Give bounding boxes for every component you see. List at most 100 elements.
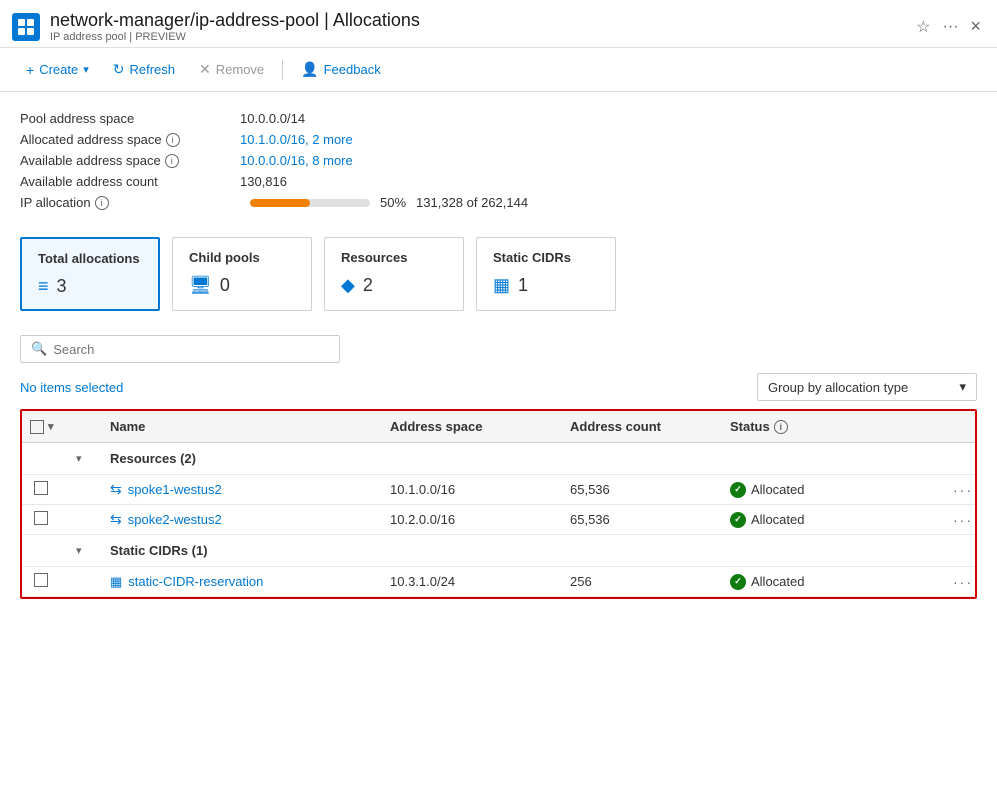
more-icon[interactable]: ··· bbox=[943, 18, 959, 36]
status-dot bbox=[730, 512, 746, 528]
group-chevron[interactable]: ▾ bbox=[72, 452, 102, 465]
list-toolbar: No items selected Group by allocation ty… bbox=[20, 373, 977, 401]
card-number-resources: 2 bbox=[363, 275, 373, 296]
card-icon-static: ▦ bbox=[493, 275, 510, 296]
available-address-space-row: Available address space i 10.0.0.0/16, 8… bbox=[20, 150, 977, 171]
table-row: ▦ static-CIDR-reservation 10.3.1.0/24 25… bbox=[22, 567, 975, 597]
card-static[interactable]: Static CIDRs ▦ 1 bbox=[476, 237, 616, 311]
allocated-address-space-label: Allocated address space i bbox=[20, 132, 240, 147]
row-more-button[interactable]: ··· bbox=[945, 482, 975, 498]
resource-icon: ⇆ bbox=[110, 481, 122, 498]
available-address-count-row: Available address count 130,816 bbox=[20, 171, 977, 192]
card-child[interactable]: Child pools 🖥 0 bbox=[172, 237, 312, 311]
refresh-icon: ↻ bbox=[113, 61, 125, 78]
group-row: ▾ Static CIDRs (1) bbox=[22, 535, 975, 567]
table-row: ⇆ spoke2-westus2 10.2.0.0/16 65,536 Allo… bbox=[22, 505, 975, 535]
refresh-button[interactable]: ↻ Refresh bbox=[103, 56, 185, 83]
row-name[interactable]: ▦ static-CIDR-reservation bbox=[102, 574, 382, 590]
row-more-button[interactable]: ··· bbox=[945, 512, 975, 528]
title-text: network-manager/ip-address-pool | Alloca… bbox=[50, 10, 420, 43]
card-number-child: 0 bbox=[220, 275, 230, 296]
header-address-count: Address count bbox=[562, 419, 722, 434]
header-checkbox-col: ▾ bbox=[22, 419, 72, 434]
row-status: Allocated bbox=[722, 574, 945, 590]
available-address-space-value[interactable]: 10.0.0.0/16, 8 more bbox=[240, 153, 353, 168]
status-dot bbox=[730, 482, 746, 498]
title-bar: network-manager/ip-address-pool | Alloca… bbox=[0, 0, 997, 48]
table-body: ▾ Resources (2) ⇆ spoke1-westus2 10.1.0.… bbox=[22, 443, 975, 597]
allocated-address-space-value[interactable]: 10.1.0.0/16, 2 more bbox=[240, 132, 353, 147]
card-total[interactable]: Total allocations ≡ 3 bbox=[20, 237, 160, 311]
card-number-static: 1 bbox=[518, 275, 528, 296]
row-checkbox-cell[interactable] bbox=[22, 573, 72, 590]
list-section: 🔍 No items selected Group by allocation … bbox=[0, 323, 997, 611]
row-address-space: 10.3.1.0/24 bbox=[382, 574, 562, 589]
status-badge: Allocated bbox=[730, 482, 937, 498]
allocated-info-icon[interactable]: i bbox=[166, 133, 180, 147]
chevron-down-icon: ▾ bbox=[959, 379, 966, 395]
row-checkbox[interactable] bbox=[34, 481, 48, 495]
page-title: network-manager/ip-address-pool | Alloca… bbox=[50, 10, 420, 31]
progress-percent: 50% bbox=[380, 195, 406, 210]
status-label: Allocated bbox=[751, 482, 804, 497]
ip-allocation-info-icon[interactable]: i bbox=[95, 196, 109, 210]
available-space-info-icon[interactable]: i bbox=[165, 154, 179, 168]
row-more-button[interactable]: ··· bbox=[945, 574, 975, 590]
star-icon[interactable]: ☆ bbox=[916, 17, 930, 37]
header-name: Name bbox=[102, 419, 382, 434]
group-by-select[interactable]: Group by allocation type ▾ bbox=[757, 373, 977, 401]
remove-button[interactable]: ✕ Remove bbox=[189, 56, 274, 83]
search-box[interactable]: 🔍 bbox=[20, 335, 340, 363]
row-checkbox[interactable] bbox=[34, 573, 48, 587]
row-checkbox-cell[interactable] bbox=[22, 481, 72, 498]
group-chevron[interactable]: ▾ bbox=[72, 544, 102, 557]
status-dot bbox=[730, 574, 746, 590]
pool-address-space-value: 10.0.0.0/14 bbox=[240, 111, 305, 126]
card-icon-child: 🖥 bbox=[189, 275, 212, 296]
close-icon[interactable]: × bbox=[970, 16, 981, 37]
create-button[interactable]: + Create ▾ bbox=[16, 57, 99, 83]
header-chevron[interactable]: ▾ bbox=[48, 420, 54, 433]
row-status: Allocated bbox=[722, 512, 945, 528]
feedback-button[interactable]: 👤 Feedback bbox=[291, 56, 391, 83]
group-by-label: Group by allocation type bbox=[768, 380, 908, 395]
progress-bar-fill bbox=[250, 199, 310, 207]
allocated-address-space-row: Allocated address space i 10.1.0.0/16, 2… bbox=[20, 129, 977, 150]
toolbar-separator bbox=[282, 60, 283, 80]
row-address-count: 65,536 bbox=[562, 482, 722, 497]
header-address-space: Address space bbox=[382, 419, 562, 434]
status-badge: Allocated bbox=[730, 574, 937, 590]
cidr-icon: ▦ bbox=[110, 574, 122, 590]
card-number-total: 3 bbox=[57, 276, 67, 297]
row-address-count: 65,536 bbox=[562, 512, 722, 527]
row-checkbox-cell[interactable] bbox=[22, 511, 72, 528]
row-checkbox[interactable] bbox=[34, 511, 48, 525]
card-value-total: ≡ 3 bbox=[38, 276, 142, 297]
card-title-child: Child pools bbox=[189, 250, 295, 265]
search-row: 🔍 bbox=[20, 335, 977, 363]
toolbar: + Create ▾ ↻ Refresh ✕ Remove 👤 Feedback bbox=[0, 48, 997, 92]
row-address-space: 10.1.0.0/16 bbox=[382, 482, 562, 497]
row-name[interactable]: ⇆ spoke2-westus2 bbox=[102, 511, 382, 528]
available-address-count-value: 130,816 bbox=[240, 174, 287, 189]
card-icon-resources: ◆ bbox=[341, 275, 355, 296]
search-icon: 🔍 bbox=[31, 341, 47, 357]
table-wrapper: ▾ Name Address space Address count Statu… bbox=[20, 409, 977, 599]
select-all-checkbox[interactable] bbox=[30, 420, 44, 434]
row-name[interactable]: ⇆ spoke1-westus2 bbox=[102, 481, 382, 498]
group-label: Resources (2) bbox=[102, 451, 975, 466]
status-label: Allocated bbox=[751, 512, 804, 527]
row-address-count: 256 bbox=[562, 574, 722, 589]
group-label: Static CIDRs (1) bbox=[102, 543, 975, 558]
status-info-icon[interactable]: i bbox=[774, 420, 788, 434]
status-label: Allocated bbox=[751, 574, 804, 589]
card-value-child: 🖥 0 bbox=[189, 275, 295, 296]
card-value-resources: ◆ 2 bbox=[341, 275, 447, 296]
search-input[interactable] bbox=[53, 342, 329, 357]
resource-icon: ⇆ bbox=[110, 511, 122, 528]
card-resources[interactable]: Resources ◆ 2 bbox=[324, 237, 464, 311]
no-items-label: No items selected bbox=[20, 380, 123, 395]
table-row: ⇆ spoke1-westus2 10.1.0.0/16 65,536 Allo… bbox=[22, 475, 975, 505]
info-section: Pool address space 10.0.0.0/14 Allocated… bbox=[0, 92, 997, 225]
cards-section: Total allocations ≡ 3 Child pools 🖥 0 Re… bbox=[0, 225, 997, 323]
